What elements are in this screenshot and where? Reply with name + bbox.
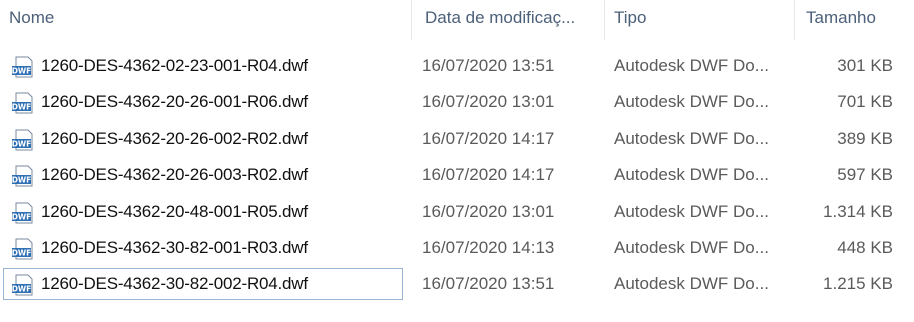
column-divider[interactable] <box>411 0 412 40</box>
file-date: 16/07/2020 13:51 <box>422 274 555 294</box>
file-size: 389 KB <box>837 128 893 148</box>
dwf-file-icon: DWF <box>12 92 33 114</box>
file-size: 301 KB <box>837 56 893 75</box>
dwf-file-icon: DWF <box>12 238 33 260</box>
dwf-file-icon: DWF <box>12 274 33 296</box>
dwf-file-icon: DWF <box>12 129 33 151</box>
file-row[interactable]: DWF 1260-DES-4362-30-82-001-R03.dwf 16/0… <box>0 230 914 266</box>
file-date: 16/07/2020 13:01 <box>422 201 555 221</box>
file-type: Autodesk DWF Do... <box>614 165 769 185</box>
file-name-cell[interactable]: DWF 1260-DES-4362-20-26-001-R06.dwf <box>3 86 403 118</box>
svg-text:DWF: DWF <box>12 176 32 185</box>
file-size: 701 KB <box>837 92 893 112</box>
column-divider[interactable] <box>604 0 605 40</box>
svg-text:DWF: DWF <box>12 139 32 148</box>
file-row[interactable]: DWF 1260-DES-4362-30-82-002-R04.dwf 16/0… <box>0 266 914 302</box>
file-type: Autodesk DWF Do... <box>614 92 769 112</box>
file-type: Autodesk DWF Do... <box>614 237 769 257</box>
column-header-name[interactable]: Nome <box>9 0 54 40</box>
column-header-size[interactable]: Tamanho <box>806 0 876 40</box>
file-row[interactable]: DWF 1260-DES-4362-02-23-001-R04.dwf 16/0… <box>0 48 914 84</box>
dwf-file-icon: DWF <box>12 165 33 187</box>
file-name: 1260-DES-4362-20-26-003-R02.dwf <box>41 165 308 185</box>
file-name: 1260-DES-4362-20-48-001-R05.dwf <box>41 201 308 221</box>
file-name-cell[interactable]: DWF 1260-DES-4362-20-26-003-R02.dwf <box>3 159 403 191</box>
svg-text:DWF: DWF <box>12 67 32 76</box>
svg-text:DWF: DWF <box>12 103 32 112</box>
file-name-cell[interactable]: DWF 1260-DES-4362-20-26-002-R02.dwf <box>3 123 403 155</box>
file-size: 597 KB <box>837 165 893 185</box>
file-name: 1260-DES-4362-30-82-002-R04.dwf <box>41 274 308 294</box>
file-type: Autodesk DWF Do... <box>614 56 769 75</box>
file-date: 16/07/2020 13:51 <box>422 56 555 75</box>
file-list: DWF 1260-DES-4362-02-23-001-R04.dwf 16/0… <box>0 48 914 303</box>
file-type: Autodesk DWF Do... <box>614 201 769 221</box>
file-name: 1260-DES-4362-20-26-001-R06.dwf <box>41 92 308 112</box>
file-date: 16/07/2020 14:17 <box>422 128 555 148</box>
file-row[interactable]: DWF 1260-DES-4362-20-26-002-R02.dwf 16/0… <box>0 121 914 157</box>
svg-text:DWF: DWF <box>12 212 32 221</box>
column-divider[interactable] <box>794 0 795 40</box>
file-date: 16/07/2020 14:13 <box>422 237 555 257</box>
file-name: 1260-DES-4362-30-82-001-R03.dwf <box>41 237 308 257</box>
file-name: 1260-DES-4362-02-23-001-R04.dwf <box>41 56 308 75</box>
file-name-cell[interactable]: DWF 1260-DES-4362-20-48-001-R05.dwf <box>3 196 403 228</box>
file-type: Autodesk DWF Do... <box>614 128 769 148</box>
svg-text:DWF: DWF <box>12 248 32 257</box>
file-name-cell[interactable]: DWF 1260-DES-4362-30-82-001-R03.dwf <box>3 232 403 264</box>
svg-text:DWF: DWF <box>12 285 32 294</box>
file-row[interactable]: DWF 1260-DES-4362-20-48-001-R05.dwf 16/0… <box>0 194 914 230</box>
file-size: 448 KB <box>837 237 893 257</box>
file-date: 16/07/2020 14:17 <box>422 165 555 185</box>
file-name-cell[interactable]: DWF 1260-DES-4362-30-82-002-R04.dwf <box>3 268 403 301</box>
column-header-type[interactable]: Tipo <box>614 0 646 40</box>
column-header-bar: Nome Data de modificaç... Tipo Tamanho <box>0 0 914 40</box>
file-type: Autodesk DWF Do... <box>614 274 769 294</box>
file-name-cell[interactable]: DWF 1260-DES-4362-02-23-001-R04.dwf <box>3 50 403 82</box>
file-row[interactable]: DWF 1260-DES-4362-20-26-001-R06.dwf 16/0… <box>0 84 914 120</box>
file-date: 16/07/2020 13:01 <box>422 92 555 112</box>
dwf-file-icon: DWF <box>12 202 33 224</box>
dwf-file-icon: DWF <box>12 56 33 78</box>
file-name: 1260-DES-4362-20-26-002-R02.dwf <box>41 128 308 148</box>
file-size: 1.314 KB <box>823 201 893 221</box>
column-header-date[interactable]: Data de modificaç... <box>425 0 575 40</box>
file-row[interactable]: DWF 1260-DES-4362-20-26-003-R02.dwf 16/0… <box>0 157 914 193</box>
file-size: 1.215 KB <box>823 274 893 294</box>
